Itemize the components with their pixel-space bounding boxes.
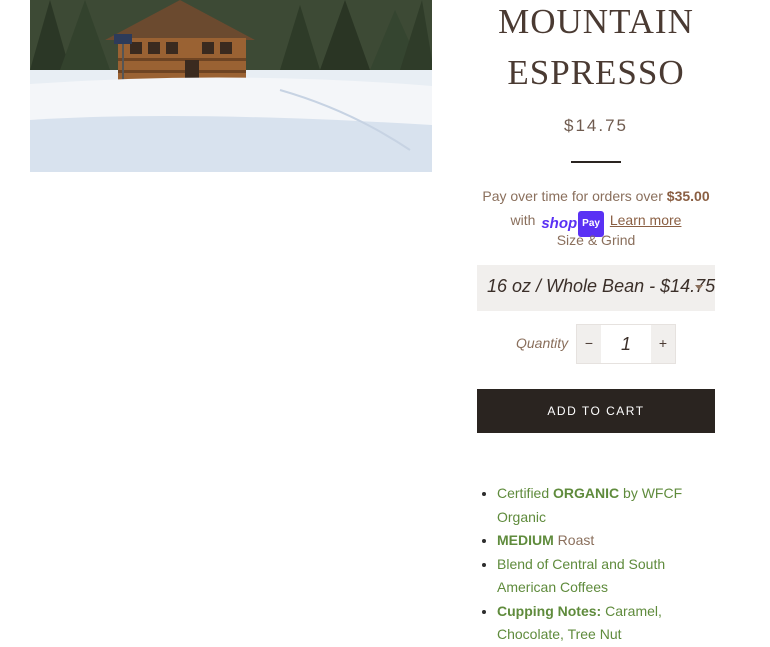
quantity-label: Quantity	[516, 335, 569, 351]
chevron-down-icon	[695, 285, 703, 290]
learn-more-link[interactable]: Learn more	[610, 212, 682, 228]
installments-text: Pay over time for orders over	[482, 188, 663, 204]
add-to-cart-button[interactable]: ADD TO CART	[477, 389, 715, 433]
quantity-stepper[interactable]: − 1 +	[576, 324, 676, 364]
product-description-list: Certified ORGANIC by WFCF Organic MEDIUM…	[477, 482, 727, 647]
variant-select[interactable]: 16 oz / Whole Bean - $14.75	[477, 265, 715, 311]
title-divider	[571, 161, 621, 163]
list-item: Blend of Central and South American Coff…	[497, 553, 727, 600]
shop-pay-installments: Pay over time for orders over $35.00 wit…	[470, 184, 722, 237]
list-item: Certified ORGANIC by WFCF Organic	[497, 482, 727, 529]
cabin-photo	[30, 0, 432, 172]
variant-label: Size & Grind	[556, 232, 636, 248]
installments-threshold: $35.00	[666, 188, 710, 204]
product-image[interactable]	[30, 0, 432, 172]
product-title: MOUNTAIN ESPRESSO	[498, 2, 694, 92]
variant-selected-value: 16 oz / Whole Bean - $14.75	[487, 276, 716, 296]
list-item: Cupping Notes: Caramel, Chocolate, Tree …	[497, 600, 727, 647]
quantity-decrease-button[interactable]: −	[577, 325, 601, 363]
installments-with: with	[510, 212, 536, 228]
list-item: MEDIUM Roast	[497, 529, 727, 553]
quantity-increase-button[interactable]: +	[651, 325, 675, 363]
quantity-input[interactable]: 1	[601, 325, 651, 363]
product-price: $14.75	[564, 116, 628, 135]
